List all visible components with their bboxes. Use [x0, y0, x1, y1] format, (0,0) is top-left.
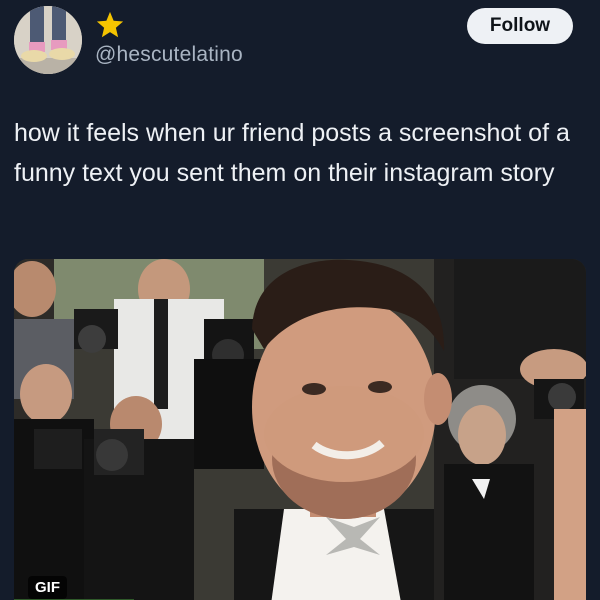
- avatar[interactable]: [14, 6, 82, 74]
- post-header: @hescutelatino Follow: [0, 0, 600, 80]
- gif-image: [14, 259, 586, 600]
- post-text: how it feels when ur friend posts a scre…: [14, 119, 570, 187]
- follow-button[interactable]: Follow: [467, 8, 573, 44]
- star-icon: [96, 11, 124, 38]
- gif-badge: GIF: [28, 576, 67, 599]
- post-media-gif[interactable]: GIF: [14, 259, 586, 600]
- user-handle[interactable]: @hescutelatino: [95, 43, 243, 67]
